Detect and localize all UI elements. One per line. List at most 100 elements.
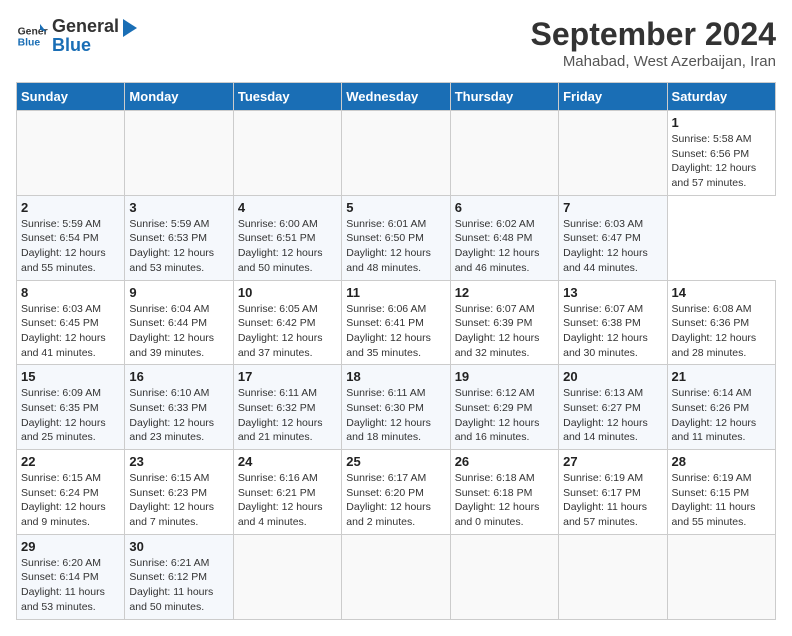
day-number: 2: [21, 200, 120, 215]
calendar-cell: [125, 111, 233, 196]
day-number: 28: [672, 454, 771, 469]
day-detail: Sunrise: 6:20 AMSunset: 6:14 PMDaylight:…: [21, 556, 120, 615]
day-number: 9: [129, 285, 228, 300]
day-number: 13: [563, 285, 662, 300]
day-detail: Sunrise: 6:01 AMSunset: 6:50 PMDaylight:…: [346, 217, 445, 276]
day-number: 17: [238, 369, 337, 384]
calendar-cell: 27 Sunrise: 6:19 AMSunset: 6:17 PMDayligh…: [559, 450, 667, 535]
svg-text:Blue: Blue: [18, 38, 41, 49]
calendar-cell: 7 Sunrise: 6:03 AMSunset: 6:47 PMDaylight…: [559, 195, 667, 280]
calendar-cell: 11 Sunrise: 6:06 AMSunset: 6:41 PMDayligh…: [342, 280, 450, 365]
day-detail: Sunrise: 6:10 AMSunset: 6:33 PMDaylight:…: [129, 386, 228, 445]
day-number: 6: [455, 200, 554, 215]
day-detail: Sunrise: 6:07 AMSunset: 6:38 PMDaylight:…: [563, 302, 662, 361]
calendar-cell: [559, 534, 667, 619]
calendar-cell: [667, 534, 775, 619]
day-detail: Sunrise: 6:06 AMSunset: 6:41 PMDaylight:…: [346, 302, 445, 361]
svg-text:General: General: [18, 26, 48, 37]
header: General Blue General Blue September 2024…: [16, 16, 776, 70]
day-detail: Sunrise: 6:09 AMSunset: 6:35 PMDaylight:…: [21, 386, 120, 445]
calendar-cell: 18 Sunrise: 6:11 AMSunset: 6:30 PMDayligh…: [342, 365, 450, 450]
day-number: 24: [238, 454, 337, 469]
weekday-monday: Monday: [125, 83, 233, 111]
day-number: 23: [129, 454, 228, 469]
day-number: 30: [129, 539, 228, 554]
calendar-cell: 9 Sunrise: 6:04 AMSunset: 6:44 PMDaylight…: [125, 280, 233, 365]
calendar-cell: 3Sunrise: 5:59 AMSunset: 6:53 PMDaylight…: [125, 195, 233, 280]
day-detail: Sunrise: 6:12 AMSunset: 6:29 PMDaylight:…: [455, 386, 554, 445]
day-detail: Sunrise: 6:19 AMSunset: 6:17 PMDaylight:…: [563, 471, 662, 530]
calendar-cell: 22 Sunrise: 6:15 AMSunset: 6:24 PMDayligh…: [17, 450, 125, 535]
calendar-cell: 14Sunrise: 6:08 AMSunset: 6:36 PMDayligh…: [667, 280, 775, 365]
day-detail: Sunrise: 6:17 AMSunset: 6:20 PMDaylight:…: [346, 471, 445, 530]
day-number: 16: [129, 369, 228, 384]
day-number: 27: [563, 454, 662, 469]
calendar-cell: 26Sunrise: 6:18 AMSunset: 6:18 PMDayligh…: [450, 450, 558, 535]
calendar-cell: [17, 111, 125, 196]
calendar-cell: [233, 111, 341, 196]
day-detail: Sunrise: 6:03 AMSunset: 6:47 PMDaylight:…: [563, 217, 662, 276]
location-title: Mahabad, West Azerbaijan, Iran: [531, 53, 776, 70]
calendar-cell: 24 Sunrise: 6:16 AMSunset: 6:21 PMDayligh…: [233, 450, 341, 535]
week-row-3: 8 Sunrise: 6:03 AMSunset: 6:45 PMDaylight…: [17, 280, 776, 365]
day-number: 1: [672, 115, 771, 130]
calendar-cell: 30 Sunrise: 6:21 AMSunset: 6:12 PMDayligh…: [125, 534, 233, 619]
calendar-cell: [450, 111, 558, 196]
calendar-cell: 13 Sunrise: 6:07 AMSunset: 6:38 PMDayligh…: [559, 280, 667, 365]
day-detail: Sunrise: 6:15 AMSunset: 6:24 PMDaylight:…: [21, 471, 120, 530]
calendar-cell: 28 Sunrise: 6:19 AMSunset: 6:15 PMDayligh…: [667, 450, 775, 535]
day-detail: Sunrise: 6:02 AMSunset: 6:48 PMDaylight:…: [455, 217, 554, 276]
day-number: 5: [346, 200, 445, 215]
day-number: 10: [238, 285, 337, 300]
calendar-cell: 16 Sunrise: 6:10 AMSunset: 6:33 PMDayligh…: [125, 365, 233, 450]
calendar-body: 1 Sunrise: 5:58 AMSunset: 6:56 PMDaylight…: [17, 111, 776, 620]
calendar-cell: 12Sunrise: 6:07 AMSunset: 6:39 PMDayligh…: [450, 280, 558, 365]
day-number: 15: [21, 369, 120, 384]
day-detail: Sunrise: 6:08 AMSunset: 6:36 PMDaylight:…: [672, 302, 771, 361]
day-detail: Sunrise: 5:58 AMSunset: 6:56 PMDaylight:…: [672, 132, 771, 191]
day-number: 19: [455, 369, 554, 384]
day-number: 25: [346, 454, 445, 469]
week-row-5: 22 Sunrise: 6:15 AMSunset: 6:24 PMDayligh…: [17, 450, 776, 535]
calendar-cell: 29 Sunrise: 6:20 AMSunset: 6:14 PMDayligh…: [17, 534, 125, 619]
day-number: 12: [455, 285, 554, 300]
weekday-wednesday: Wednesday: [342, 83, 450, 111]
weekday-header-row: SundayMondayTuesdayWednesdayThursdayFrid…: [17, 83, 776, 111]
calendar: SundayMondayTuesdayWednesdayThursdayFrid…: [16, 82, 776, 620]
day-number: 18: [346, 369, 445, 384]
day-detail: Sunrise: 6:05 AMSunset: 6:42 PMDaylight:…: [238, 302, 337, 361]
weekday-tuesday: Tuesday: [233, 83, 341, 111]
calendar-cell: [342, 111, 450, 196]
weekday-saturday: Saturday: [667, 83, 775, 111]
day-number: 8: [21, 285, 120, 300]
day-detail: Sunrise: 6:15 AMSunset: 6:23 PMDaylight:…: [129, 471, 228, 530]
weekday-thursday: Thursday: [450, 83, 558, 111]
day-detail: Sunrise: 6:16 AMSunset: 6:21 PMDaylight:…: [238, 471, 337, 530]
logo-icon: General Blue: [16, 20, 48, 52]
month-title: September 2024: [531, 16, 776, 53]
day-detail: Sunrise: 6:19 AMSunset: 6:15 PMDaylight:…: [672, 471, 771, 530]
calendar-cell: 21 Sunrise: 6:14 AMSunset: 6:26 PMDayligh…: [667, 365, 775, 450]
calendar-cell: 20Sunrise: 6:13 AMSunset: 6:27 PMDayligh…: [559, 365, 667, 450]
day-detail: Sunrise: 6:13 AMSunset: 6:27 PMDaylight:…: [563, 386, 662, 445]
day-detail: Sunrise: 6:04 AMSunset: 6:44 PMDaylight:…: [129, 302, 228, 361]
day-number: 29: [21, 539, 120, 554]
day-detail: Sunrise: 6:00 AMSunset: 6:51 PMDaylight:…: [238, 217, 337, 276]
day-number: 21: [672, 369, 771, 384]
day-detail: Sunrise: 6:03 AMSunset: 6:45 PMDaylight:…: [21, 302, 120, 361]
calendar-cell: 8 Sunrise: 6:03 AMSunset: 6:45 PMDaylight…: [17, 280, 125, 365]
calendar-cell: [342, 534, 450, 619]
logo: General Blue General Blue: [16, 16, 139, 56]
day-number: 26: [455, 454, 554, 469]
day-detail: Sunrise: 6:11 AMSunset: 6:30 PMDaylight:…: [346, 386, 445, 445]
week-row-6: 29 Sunrise: 6:20 AMSunset: 6:14 PMDayligh…: [17, 534, 776, 619]
calendar-cell: 15 Sunrise: 6:09 AMSunset: 6:35 PMDayligh…: [17, 365, 125, 450]
day-number: 7: [563, 200, 662, 215]
calendar-cell: 23 Sunrise: 6:15 AMSunset: 6:23 PMDayligh…: [125, 450, 233, 535]
day-detail: Sunrise: 6:21 AMSunset: 6:12 PMDaylight:…: [129, 556, 228, 615]
day-detail: Sunrise: 6:14 AMSunset: 6:26 PMDaylight:…: [672, 386, 771, 445]
day-number: 22: [21, 454, 120, 469]
week-row-2: 2Sunrise: 5:59 AMSunset: 6:54 PMDaylight…: [17, 195, 776, 280]
day-number: 11: [346, 285, 445, 300]
calendar-cell: 6 Sunrise: 6:02 AMSunset: 6:48 PMDaylight…: [450, 195, 558, 280]
